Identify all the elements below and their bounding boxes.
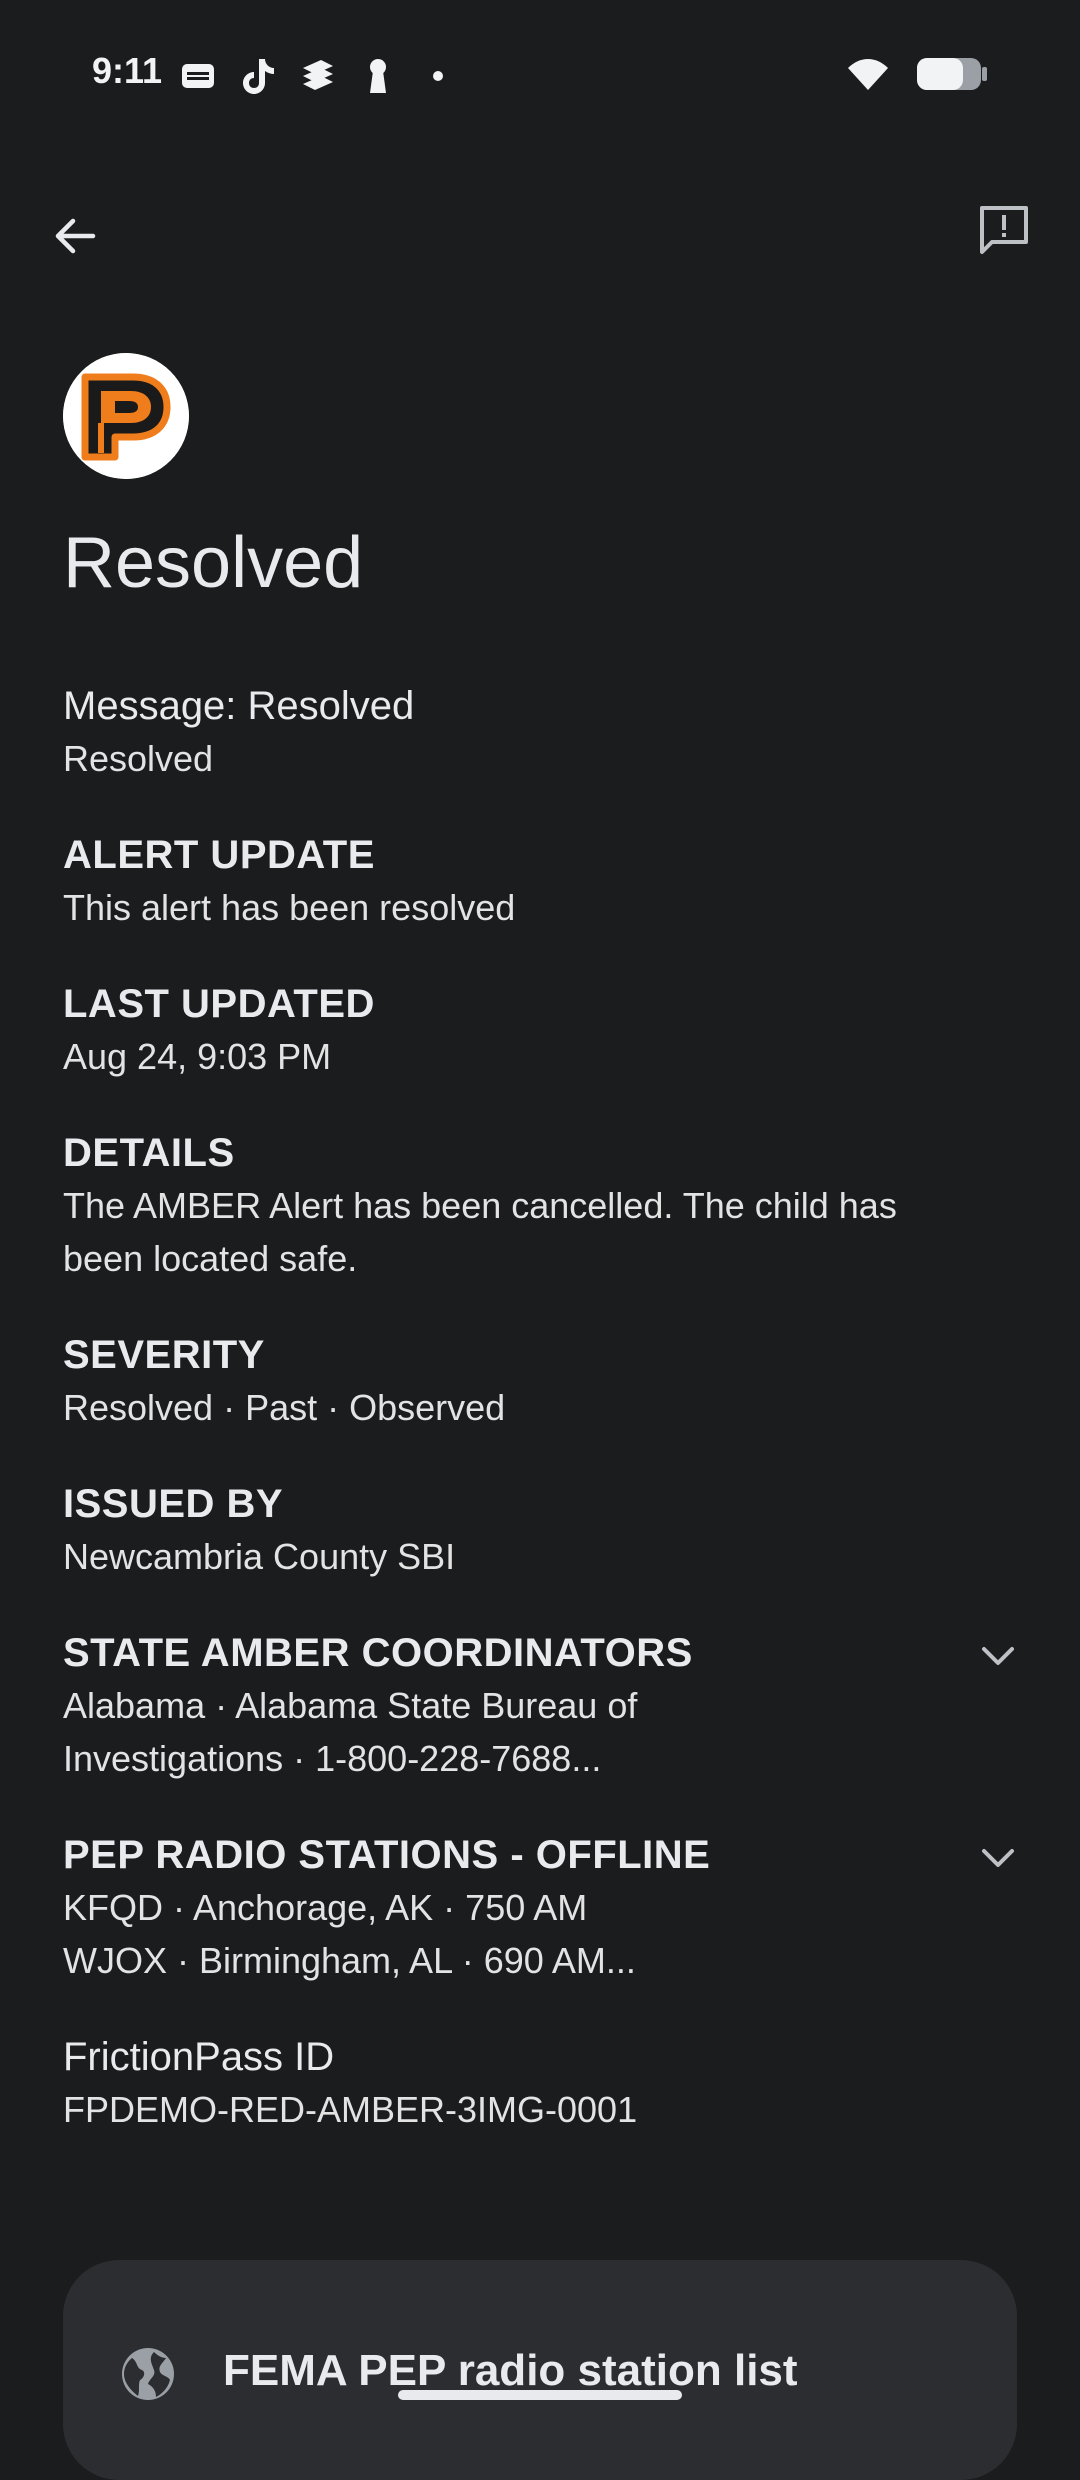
alert-update-section: ALERT UPDATE This alert has been resolve… <box>63 829 1023 934</box>
details-section: DETAILS The AMBER Alert has been cancell… <box>63 1127 1023 1285</box>
details-body-line: been located safe. <box>63 1238 358 1279</box>
page-title: Resolved <box>63 523 364 603</box>
fema-pep-link-label: FEMA PEP radio station list <box>223 2346 798 2395</box>
details-heading: DETAILS <box>63 1131 235 1175</box>
state-amber-coordinators-body: Alabama · Alabama State Bureau of Invest… <box>63 1679 1023 1785</box>
tiktok-icon <box>238 56 278 96</box>
frictionpass-id-heading: FrictionPass ID <box>63 2035 335 2079</box>
expand-coordinators-button[interactable] <box>973 1631 1023 1681</box>
wallet-icon <box>178 56 218 96</box>
home-indicator[interactable] <box>398 2390 682 2400</box>
radio-station-line: WJOX · Birmingham, AL · 690 AM... <box>63 1940 636 1981</box>
more-notifications-dot-icon <box>418 56 458 96</box>
last-updated-body: Aug 24, 9:03 PM <box>63 1036 332 1077</box>
globe-icon <box>122 2348 174 2400</box>
frictionpass-id-body: FPDEMO-RED-AMBER-3IMG-0001 <box>63 2089 638 2130</box>
feedback-button[interactable] <box>968 194 1040 266</box>
radio-station-line: KFQD · Anchorage, AK · 750 AM <box>63 1887 588 1928</box>
coordinators-body-line: Alabama · Alabama State Bureau of <box>63 1685 638 1726</box>
issued-by-section: ISSUED BY Newcambria County SBI <box>63 1478 1023 1583</box>
chevron-down-icon <box>982 1647 1014 1665</box>
state-amber-coordinators-heading: STATE AMBER COORDINATORS <box>63 1631 693 1675</box>
severity-body: Resolved · Past · Observed <box>63 1387 506 1428</box>
status-bar: 9:11 <box>0 0 1080 150</box>
expand-radio-stations-button[interactable] <box>973 1833 1023 1883</box>
frictionpass-id-section: FrictionPass ID FPDEMO-RED-AMBER-3IMG-00… <box>63 2031 1023 2136</box>
last-updated-section: LAST UPDATED Aug 24, 9:03 PM <box>63 978 1023 1083</box>
message-section: Message: Resolved Resolved <box>63 680 1023 785</box>
alert-details: Message: Resolved Resolved ALERT UPDATE … <box>63 680 1023 2180</box>
pep-radio-stations-heading: PEP RADIO STATIONS - OFFLINE <box>63 1833 711 1877</box>
issued-by-heading: ISSUED BY <box>63 1482 284 1526</box>
coordinators-body-line: Investigations · 1-800-228-7688... <box>63 1738 602 1779</box>
alert-update-heading: ALERT UPDATE <box>63 833 375 877</box>
system-icons <box>846 56 988 97</box>
stack-app-icon <box>298 56 338 96</box>
wifi-icon <box>846 56 890 97</box>
arrow-back-icon <box>55 218 96 254</box>
severity-section: SEVERITY Resolved · Past · Observed <box>63 1329 1023 1434</box>
last-updated-heading: LAST UPDATED <box>63 982 375 1026</box>
state-amber-coordinators-section[interactable]: STATE AMBER COORDINATORS Alabama · Alaba… <box>63 1627 1023 1785</box>
details-body-line: The AMBER Alert has been cancelled. The … <box>63 1185 897 1226</box>
severity-heading: SEVERITY <box>63 1333 265 1377</box>
details-body: The AMBER Alert has been cancelled. The … <box>63 1179 1023 1285</box>
message-heading: Message: Resolved <box>63 684 415 728</box>
chevron-down-icon <box>982 1849 1014 1867</box>
top-app-bar <box>0 190 1080 290</box>
notification-icons <box>178 56 458 96</box>
pep-radio-stations-body: KFQD · Anchorage, AK · 750 AM WJOX · Bir… <box>63 1881 1023 1987</box>
message-body: Resolved <box>63 738 214 779</box>
pep-logo <box>63 353 189 479</box>
feedback-icon <box>980 206 1028 254</box>
battery-icon <box>916 56 988 97</box>
pep-radio-stations-section[interactable]: PEP RADIO STATIONS - OFFLINE KFQD · Anch… <box>63 1829 1023 1987</box>
issued-by-body: Newcambria County SBI <box>63 1536 456 1577</box>
status-time: 9:11 <box>92 50 163 91</box>
alert-update-body: This alert has been resolved <box>63 887 516 928</box>
back-button[interactable] <box>38 200 110 272</box>
fema-pep-link-card[interactable]: FEMA PEP radio station list <box>63 2260 1017 2480</box>
keyhole-icon <box>358 56 398 96</box>
